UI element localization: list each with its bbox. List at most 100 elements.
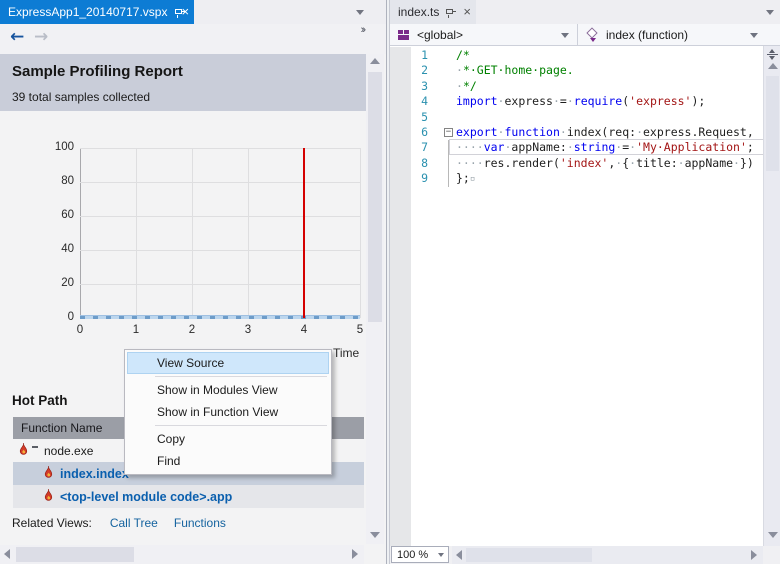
code-text: ····res.render('index',·{·title:·appName… [456,155,754,170]
back-button[interactable]: ← [10,27,24,47]
tab-profiling-report[interactable]: ExpressApp1_20140717.vspx × [0,0,194,24]
scroll-right-icon[interactable] [352,549,358,559]
close-icon[interactable]: × [463,5,471,18]
scrollbar-thumb[interactable] [466,548,592,562]
scroll-left-icon[interactable] [4,549,10,559]
scope-dropdown[interactable]: <global> [390,24,578,45]
outlining-margin [438,140,456,156]
menu-item-find[interactable]: Find [127,450,329,472]
report-title: Sample Profiling Report [12,63,183,80]
split-window-grip-icon[interactable] [766,48,779,61]
code-text: export·function·index(req:·express.Reque… [456,124,754,139]
line-number: 8 [421,155,428,170]
related-links: Call Tree Functions [110,516,226,530]
menu-item-show-in-function-view[interactable]: Show in Function View [127,401,329,423]
scroll-down-icon[interactable] [370,532,380,538]
scrollbar-thumb[interactable] [368,72,382,322]
x-tick-label: 1 [132,324,140,336]
tab-title: ExpressApp1_20140717.vspx [8,5,168,19]
chevron-down-icon[interactable] [438,553,444,557]
menu-item-view-source[interactable]: View Source [127,352,329,374]
code-line-5: 5 [390,110,763,125]
outlining-margin [438,79,456,94]
x-tick-label: 0 [76,324,84,336]
left-horizontal-scrollbar[interactable] [0,545,364,564]
tab-index-ts[interactable]: index.ts × [390,0,476,24]
code-editor[interactable]: 1 /* 2 ·*·GET·home·page. 3 ·*/ 4 import·express… [390,47,763,546]
hot-path-title: Hot Path [12,393,68,408]
report-header: Sample Profiling Report 39 total samples… [0,54,366,111]
pin-icon[interactable] [445,6,457,18]
caller-dash-icon [32,445,38,448]
editor-horizontal-scrollbar[interactable] [452,546,763,564]
y-tick-label: 0 [67,311,74,323]
zoom-value: 100 % [397,548,429,561]
gridline [80,148,81,318]
x-tick-label: 3 [244,324,252,336]
left-tab-strip: ExpressApp1_20140717.vspx × [0,0,386,24]
outlining-margin: − [438,125,456,140]
chevron-down-icon[interactable] [561,33,569,38]
scroll-left-icon[interactable] [456,550,462,560]
editor-vertical-scrollbar[interactable] [763,46,780,546]
navigation-bar: <global> index (function) [390,24,780,46]
flame-icon [43,487,54,505]
menu-item-copy[interactable]: Copy [127,428,329,450]
function-name: index.index [60,466,129,481]
toolbar-overflow-icon[interactable]: ›› [361,24,367,36]
close-icon[interactable]: × [181,5,189,18]
menu-separator [155,376,327,377]
line-number: 2 [421,63,428,78]
gridline [80,284,360,285]
line-number: 7 [421,140,428,155]
outlining-margin [438,110,456,125]
code-line-7: 7 ····var·appName:·string·=·'My·Applicati… [390,140,763,156]
code-line-3: 3 ·*/ [390,79,763,94]
gridline [80,250,360,251]
link-functions[interactable]: Functions [174,516,226,530]
gridline [192,148,193,318]
menu-item-show-in-modules-view[interactable]: Show in Modules View [127,379,329,401]
y-tick-label: 20 [61,277,74,289]
line-number: 4 [421,94,428,109]
zoom-control[interactable]: 100 % [391,546,449,563]
tab-list-dropdown-icon[interactable] [766,10,774,15]
hot-path-row-top-level-module-code-app[interactable]: <top-level module code>.app [13,485,364,508]
line-number: 3 [421,78,428,93]
y-tick-label: 40 [61,243,74,255]
scrollbar-thumb[interactable] [766,76,779,171]
profiling-report-pane: ExpressApp1_20140717.vspx × ← → ›› Sampl… [0,0,386,564]
link-call-tree[interactable]: Call Tree [110,516,158,530]
scroll-right-icon[interactable] [751,550,757,560]
module-icon [398,29,410,41]
gridline [136,148,137,318]
fold-collapse-icon[interactable]: − [444,127,453,137]
code-line-1: 1 /* [390,48,763,63]
flame-icon [43,464,54,482]
function-name: node.exe [44,443,94,458]
scroll-up-icon[interactable] [768,63,778,69]
left-vertical-scrollbar[interactable] [366,54,384,544]
code-text: import·express·=·require('express'); [456,94,706,109]
member-dropdown[interactable]: index (function) [578,24,766,45]
tab-list-dropdown-icon[interactable] [356,10,364,15]
chevron-down-icon[interactable] [750,33,758,38]
report-subtitle: 39 total samples collected [12,90,151,104]
scope-value: <global> [417,27,464,42]
code-line-2: 2 ·*·GET·home·page. [390,63,763,78]
outlining-margin [438,155,456,172]
code-line-4: 4 import·express·=·require('express'); [390,94,763,109]
scroll-up-icon[interactable] [370,58,380,64]
forward-button[interactable]: → [34,27,48,47]
scroll-down-icon[interactable] [768,532,778,538]
menu-separator [155,425,327,426]
code-line-8: 8 ····res.render('index',·{·title:·appNam… [390,155,763,172]
y-tick-label: 100 [54,141,74,153]
function-name: <top-level module code>.app [60,489,233,504]
x-axis-label: Time [333,346,360,360]
scrollbar-thumb[interactable] [16,547,134,562]
report-toolbar: ← → ›› [0,24,386,54]
editor-bottom-bar: 100 % [390,546,780,564]
tab-title: index.ts [398,5,440,19]
cpu-usage-chart[interactable]: 0 1 2 3 4 5 0 20 40 60 80 100 Time [0,118,366,378]
